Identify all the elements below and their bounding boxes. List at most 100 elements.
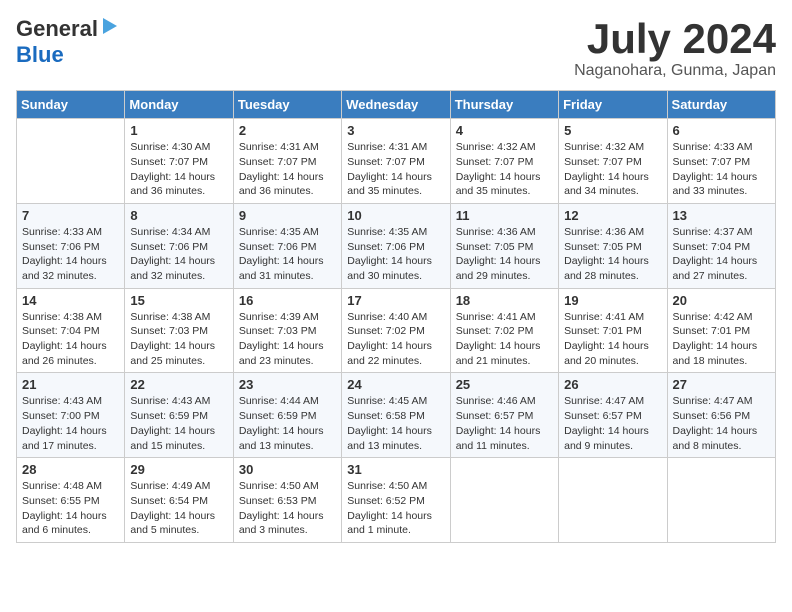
- day-number: 13: [673, 208, 770, 223]
- calendar-cell: [17, 119, 125, 204]
- day-number: 3: [347, 123, 444, 138]
- day-info: Sunrise: 4:31 AM Sunset: 7:07 PM Dayligh…: [347, 140, 444, 199]
- day-info: Sunrise: 4:37 AM Sunset: 7:04 PM Dayligh…: [673, 225, 770, 284]
- calendar-cell: 11Sunrise: 4:36 AM Sunset: 7:05 PM Dayli…: [450, 203, 558, 288]
- day-number: 4: [456, 123, 553, 138]
- logo-blue: Blue: [16, 42, 64, 67]
- day-number: 17: [347, 293, 444, 308]
- day-info: Sunrise: 4:45 AM Sunset: 6:58 PM Dayligh…: [347, 394, 444, 453]
- calendar-cell: 21 Sunrise: 4:43 AM Sunset: 7:00 PM Dayli…: [17, 373, 125, 458]
- calendar-cell: [450, 458, 558, 543]
- calendar-cell: 22 Sunrise: 4:43 AM Sunset: 6:59 PM Dayli…: [125, 373, 233, 458]
- day-number: 15: [130, 293, 227, 308]
- day-info: Sunrise: 4:31 AM Sunset: 7:07 PM Dayligh…: [239, 140, 336, 199]
- day-info: Sunrise: 4:32 AM Sunset: 7:07 PM Dayligh…: [456, 140, 553, 199]
- calendar-cell: [559, 458, 667, 543]
- calendar-cell: 23 Sunrise: 4:44 AM Sunset: 6:59 PM Dayli…: [233, 373, 341, 458]
- calendar-cell: 18 Sunrise: 4:41 AM Sunset: 7:02 PM Dayli…: [450, 288, 558, 373]
- day-number: 20: [673, 293, 770, 308]
- day-number: 12: [564, 208, 661, 223]
- day-number: 29: [130, 462, 227, 477]
- day-number: 6: [673, 123, 770, 138]
- day-info: Sunrise: 4:43 AM Sunset: 6:59 PM Dayligh…: [130, 394, 227, 453]
- logo-arrow-icon: [101, 18, 119, 41]
- calendar-cell: 31 Sunrise: 4:50 AM Sunset: 6:52 PM Dayli…: [342, 458, 450, 543]
- weekday-header-tuesday: Tuesday: [233, 91, 341, 119]
- calendar-cell: 24 Sunrise: 4:45 AM Sunset: 6:58 PM Dayli…: [342, 373, 450, 458]
- calendar-week-row: 21 Sunrise: 4:43 AM Sunset: 7:00 PM Dayli…: [17, 373, 776, 458]
- day-info: Sunrise: 4:49 AM Sunset: 6:54 PM Dayligh…: [130, 479, 227, 538]
- day-number: 22: [130, 377, 227, 392]
- day-info: Sunrise: 4:40 AM Sunset: 7:02 PM Dayligh…: [347, 310, 444, 369]
- day-info: Sunrise: 4:41 AM Sunset: 7:02 PM Dayligh…: [456, 310, 553, 369]
- day-number: 9: [239, 208, 336, 223]
- calendar-cell: 8 Sunrise: 4:34 AM Sunset: 7:06 PM Daylig…: [125, 203, 233, 288]
- day-number: 31: [347, 462, 444, 477]
- calendar-cell: 25Sunrise: 4:46 AM Sunset: 6:57 PM Dayli…: [450, 373, 558, 458]
- calendar-week-row: 28 Sunrise: 4:48 AM Sunset: 6:55 PM Dayli…: [17, 458, 776, 543]
- weekday-header-thursday: Thursday: [450, 91, 558, 119]
- page-header: General Blue July 2024 Naganohara, Gunma…: [16, 16, 776, 80]
- day-number: 1: [130, 123, 227, 138]
- day-info: Sunrise: 4:41 AM Sunset: 7:01 PM Dayligh…: [564, 310, 661, 369]
- calendar-cell: 19 Sunrise: 4:41 AM Sunset: 7:01 PM Dayli…: [559, 288, 667, 373]
- calendar-cell: 12 Sunrise: 4:36 AM Sunset: 7:05 PM Dayli…: [559, 203, 667, 288]
- day-number: 21: [22, 377, 119, 392]
- day-info: Sunrise: 4:33 AM Sunset: 7:06 PM Dayligh…: [22, 225, 119, 284]
- calendar-cell: 10Sunrise: 4:35 AM Sunset: 7:06 PM Dayli…: [342, 203, 450, 288]
- calendar-cell: [667, 458, 775, 543]
- day-number: 8: [130, 208, 227, 223]
- month-title: July 2024: [574, 16, 776, 62]
- day-number: 14: [22, 293, 119, 308]
- calendar-cell: 3 Sunrise: 4:31 AM Sunset: 7:07 PM Daylig…: [342, 119, 450, 204]
- weekday-header-wednesday: Wednesday: [342, 91, 450, 119]
- calendar-cell: 13 Sunrise: 4:37 AM Sunset: 7:04 PM Dayli…: [667, 203, 775, 288]
- calendar-cell: 7Sunrise: 4:33 AM Sunset: 7:06 PM Daylig…: [17, 203, 125, 288]
- day-info: Sunrise: 4:50 AM Sunset: 6:52 PM Dayligh…: [347, 479, 444, 538]
- day-info: Sunrise: 4:34 AM Sunset: 7:06 PM Dayligh…: [130, 225, 227, 284]
- location-title: Naganohara, Gunma, Japan: [574, 62, 776, 80]
- day-info: Sunrise: 4:36 AM Sunset: 7:05 PM Dayligh…: [564, 225, 661, 284]
- calendar-header-row: SundayMondayTuesdayWednesdayThursdayFrid…: [17, 91, 776, 119]
- day-info: Sunrise: 4:50 AM Sunset: 6:53 PM Dayligh…: [239, 479, 336, 538]
- calendar-cell: 9 Sunrise: 4:35 AM Sunset: 7:06 PM Daylig…: [233, 203, 341, 288]
- calendar-cell: 6Sunrise: 4:33 AM Sunset: 7:07 PM Daylig…: [667, 119, 775, 204]
- day-info: Sunrise: 4:35 AM Sunset: 7:06 PM Dayligh…: [239, 225, 336, 284]
- day-number: 25: [456, 377, 553, 392]
- day-info: Sunrise: 4:43 AM Sunset: 7:00 PM Dayligh…: [22, 394, 119, 453]
- day-info: Sunrise: 4:38 AM Sunset: 7:03 PM Dayligh…: [130, 310, 227, 369]
- day-info: Sunrise: 4:38 AM Sunset: 7:04 PM Dayligh…: [22, 310, 119, 369]
- logo-general: General: [16, 16, 98, 42]
- day-number: 19: [564, 293, 661, 308]
- calendar-cell: 14 Sunrise: 4:38 AM Sunset: 7:04 PM Dayli…: [17, 288, 125, 373]
- day-info: Sunrise: 4:47 AM Sunset: 6:56 PM Dayligh…: [673, 394, 770, 453]
- calendar-cell: 26Sunrise: 4:47 AM Sunset: 6:57 PM Dayli…: [559, 373, 667, 458]
- day-info: Sunrise: 4:47 AM Sunset: 6:57 PM Dayligh…: [564, 394, 661, 453]
- calendar-cell: 4 Sunrise: 4:32 AM Sunset: 7:07 PM Daylig…: [450, 119, 558, 204]
- day-info: Sunrise: 4:48 AM Sunset: 6:55 PM Dayligh…: [22, 479, 119, 538]
- day-number: 18: [456, 293, 553, 308]
- day-number: 23: [239, 377, 336, 392]
- calendar-cell: 29 Sunrise: 4:49 AM Sunset: 6:54 PM Dayli…: [125, 458, 233, 543]
- day-info: Sunrise: 4:30 AM Sunset: 7:07 PM Dayligh…: [130, 140, 227, 199]
- day-number: 28: [22, 462, 119, 477]
- calendar-table: SundayMondayTuesdayWednesdayThursdayFrid…: [16, 90, 776, 543]
- calendar-cell: 27 Sunrise: 4:47 AM Sunset: 6:56 PM Dayli…: [667, 373, 775, 458]
- day-info: Sunrise: 4:44 AM Sunset: 6:59 PM Dayligh…: [239, 394, 336, 453]
- calendar-cell: 20 Sunrise: 4:42 AM Sunset: 7:01 PM Dayli…: [667, 288, 775, 373]
- calendar-cell: 28 Sunrise: 4:48 AM Sunset: 6:55 PM Dayli…: [17, 458, 125, 543]
- weekday-header-friday: Friday: [559, 91, 667, 119]
- day-number: 27: [673, 377, 770, 392]
- day-number: 16: [239, 293, 336, 308]
- calendar-cell: 1 Sunrise: 4:30 AM Sunset: 7:07 PM Daylig…: [125, 119, 233, 204]
- day-number: 30: [239, 462, 336, 477]
- day-info: Sunrise: 4:35 AM Sunset: 7:06 PM Dayligh…: [347, 225, 444, 284]
- calendar-week-row: 1 Sunrise: 4:30 AM Sunset: 7:07 PM Daylig…: [17, 119, 776, 204]
- calendar-cell: 30 Sunrise: 4:50 AM Sunset: 6:53 PM Dayli…: [233, 458, 341, 543]
- day-number: 24: [347, 377, 444, 392]
- day-number: 2: [239, 123, 336, 138]
- calendar-cell: 17 Sunrise: 4:40 AM Sunset: 7:02 PM Dayli…: [342, 288, 450, 373]
- day-info: Sunrise: 4:42 AM Sunset: 7:01 PM Dayligh…: [673, 310, 770, 369]
- title-block: July 2024 Naganohara, Gunma, Japan: [574, 16, 776, 80]
- day-info: Sunrise: 4:39 AM Sunset: 7:03 PM Dayligh…: [239, 310, 336, 369]
